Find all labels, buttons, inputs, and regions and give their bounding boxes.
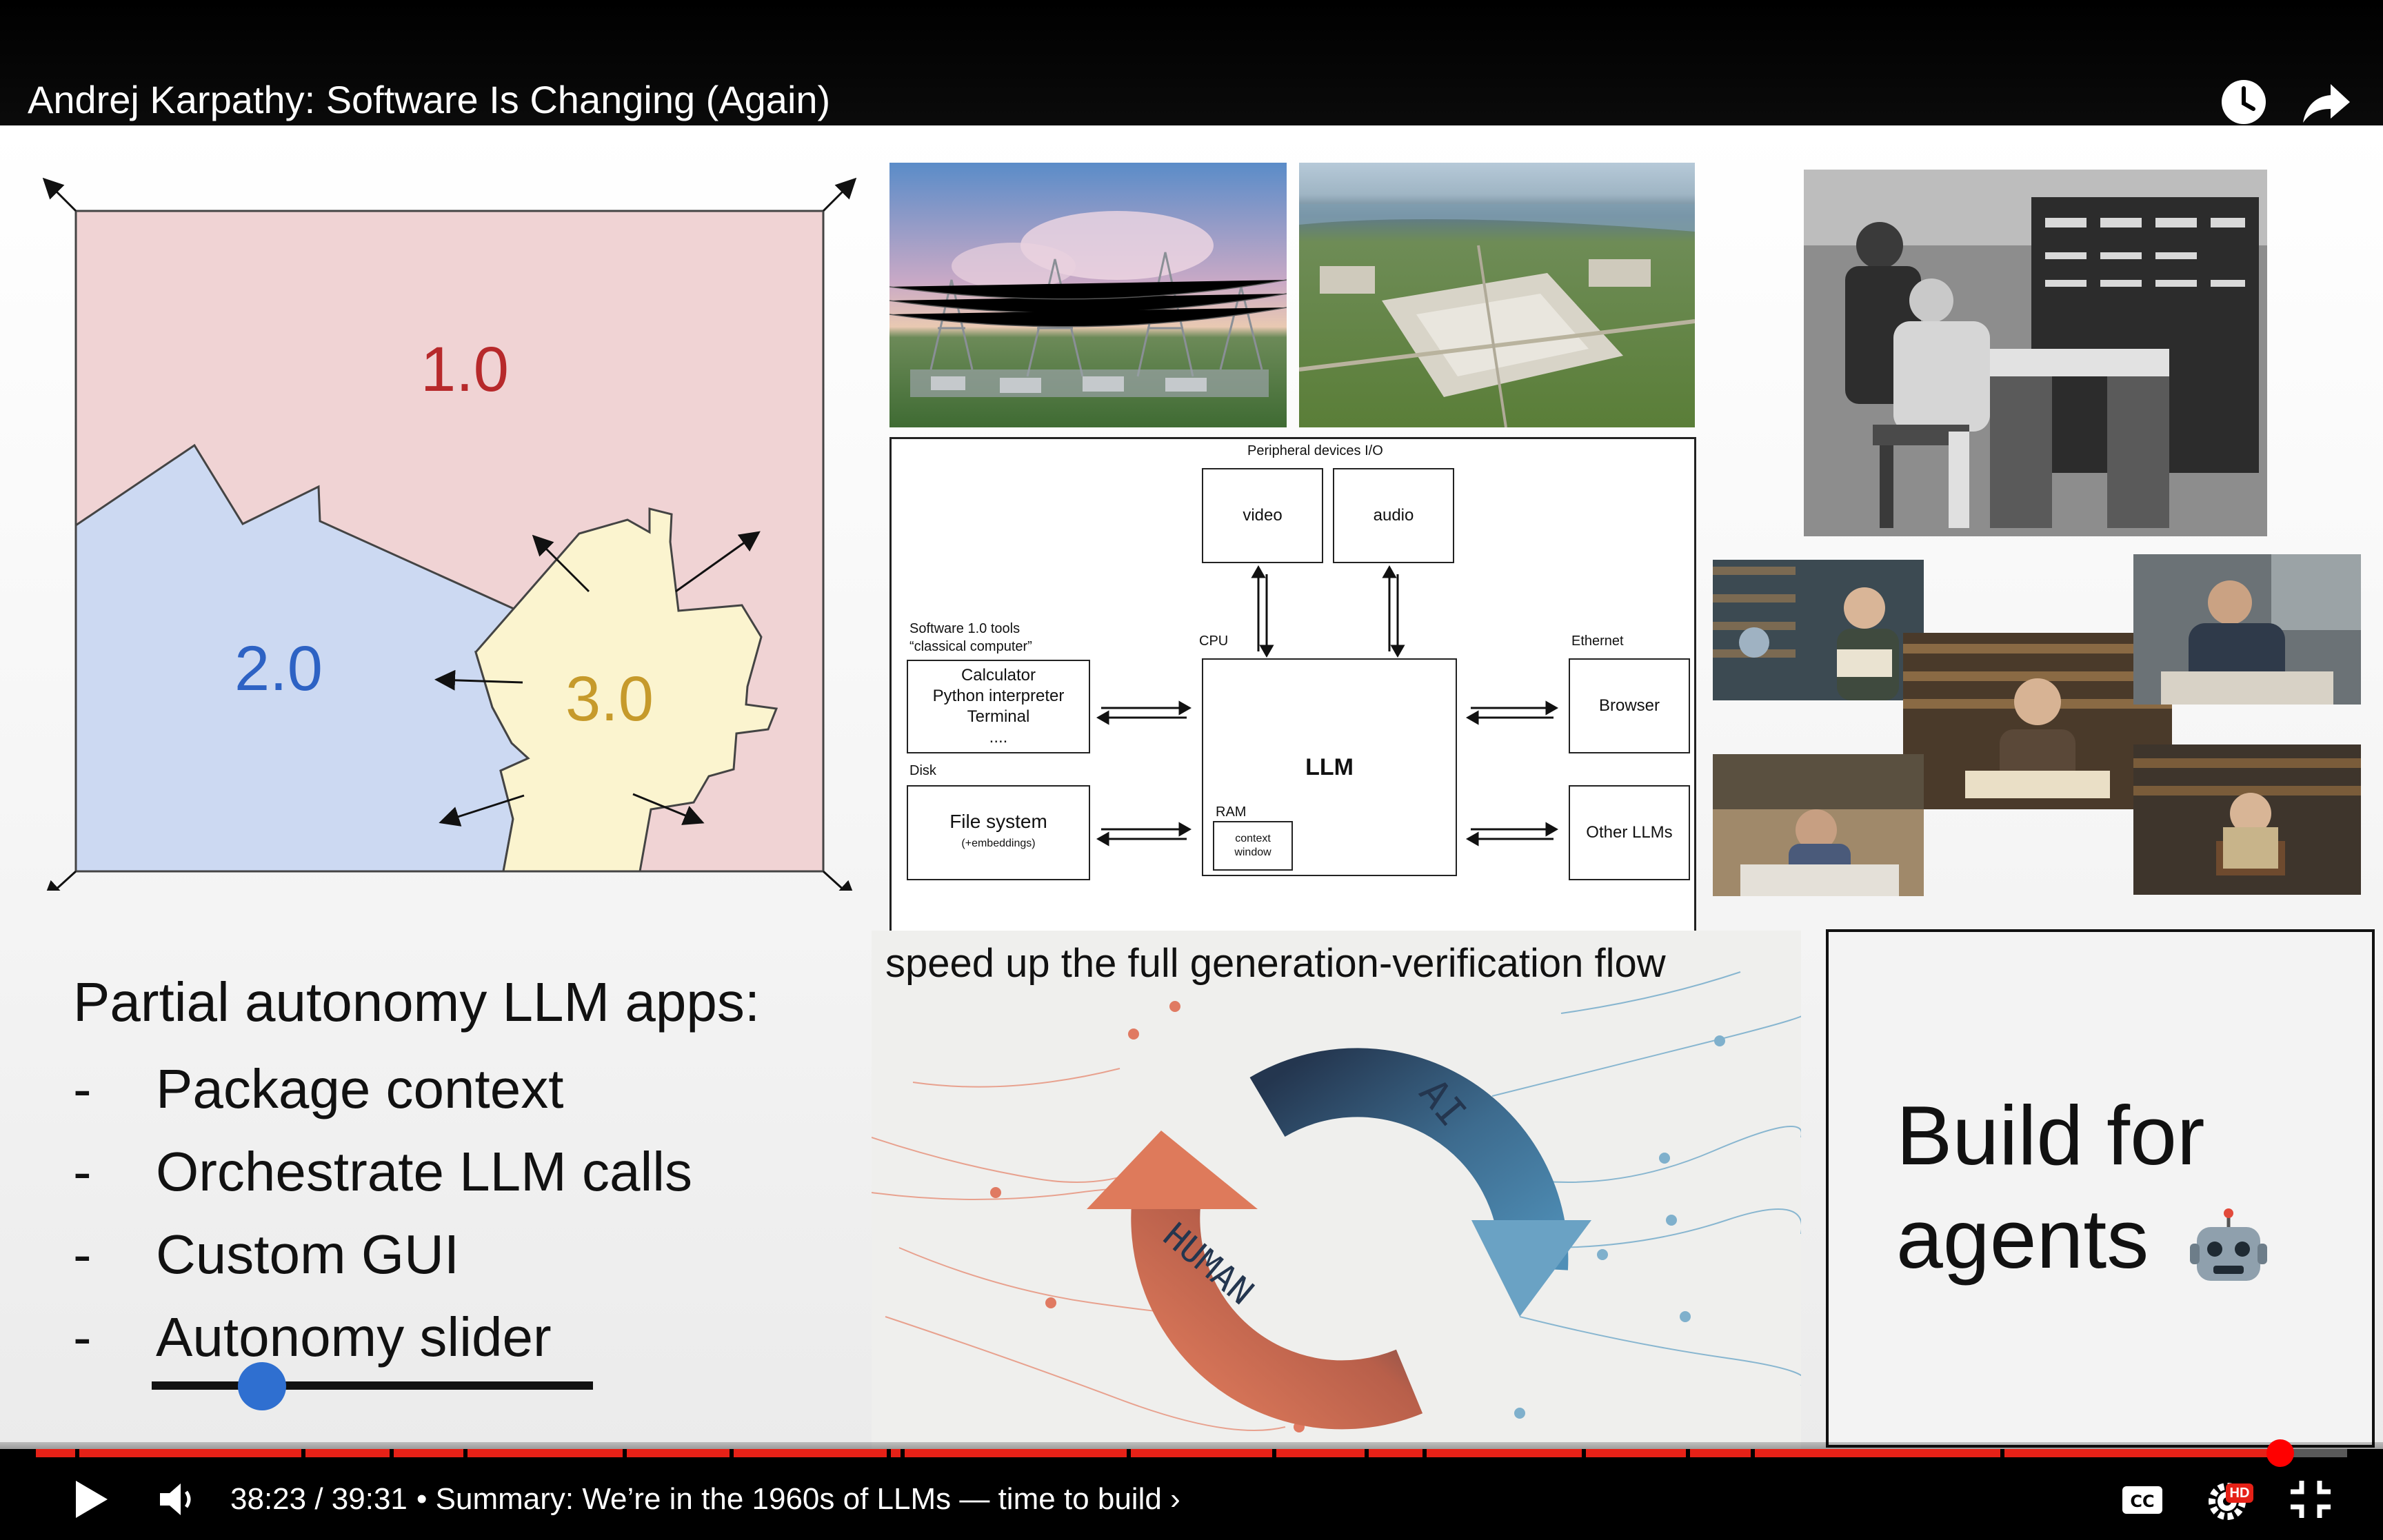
chapter-marker — [729, 1449, 734, 1457]
play-icon[interactable] — [66, 1475, 114, 1523]
mainframe-computer-photo — [1804, 170, 2267, 536]
partial-autonomy-heading: Partial autonomy LLM apps: — [73, 971, 761, 1033]
time-display: 38:23 / 39:31 — [230, 1482, 408, 1516]
list-item: - Autonomy slider — [73, 1306, 552, 1368]
context-window-line2: window — [1234, 847, 1271, 858]
chapter-marker — [389, 1449, 394, 1457]
video-player[interactable]: Andrej Karpathy: Software Is Changing (A… — [0, 0, 2383, 1540]
presentation-slide: 1.0 2.0 3.0 Peripheral devices I/O video… — [0, 125, 2383, 1449]
exit-fullscreen-icon[interactable] — [2286, 1475, 2335, 1523]
build-for-agents-box: Build for agents — [1826, 929, 2375, 1448]
audio-box: audio — [1333, 468, 1454, 563]
volume-icon[interactable] — [154, 1475, 203, 1523]
context-window-box: context window — [1213, 821, 1293, 871]
chapter-title[interactable]: • Summary: We’re in the 1960s of LLMs — … — [416, 1482, 1180, 1517]
progress-bar[interactable] — [36, 1449, 2347, 1457]
chapter-marker — [1686, 1449, 1691, 1457]
chevron-right-icon: › — [1170, 1482, 1180, 1516]
llm-os-diagram: Peripheral devices I/O video audio CPU L… — [889, 437, 1696, 1016]
chapter-marker — [623, 1449, 627, 1457]
progress-played — [36, 1449, 2280, 1457]
file-system-box: File system (+embeddings) — [907, 785, 1090, 880]
student-library-photo-3 — [2133, 554, 2361, 705]
svg-text:CC: CC — [2130, 1492, 2154, 1511]
chapter-marker — [886, 1449, 891, 1457]
chapter-marker — [1751, 1449, 1756, 1457]
build-for-agents-text: Build for agents — [1896, 1088, 2205, 1286]
software-1-tools-label: Software 1.0 tools “classical computer” — [909, 621, 1032, 654]
power-grid-photo — [889, 163, 1287, 427]
chapter-marker — [1127, 1449, 1132, 1457]
list-item: - Package context — [73, 1058, 564, 1119]
software-3-label: 3.0 — [565, 664, 654, 734]
software-2-label: 2.0 — [234, 634, 323, 704]
chapter-marker — [301, 1449, 306, 1457]
peripheral-devices-label: Peripheral devices I/O — [1247, 443, 1383, 458]
other-llms-box: Other LLMs — [1569, 785, 1690, 880]
data-center-aerial-photo — [1299, 163, 1695, 427]
browser-box: Browser — [1569, 658, 1690, 753]
autonomy-slider-knob — [238, 1362, 286, 1410]
chapter-marker — [463, 1449, 468, 1457]
chapter-marker — [1272, 1449, 1277, 1457]
chapter-marker — [1582, 1449, 1587, 1457]
video-box: video — [1202, 468, 1323, 563]
autonomy-slider-track — [152, 1381, 593, 1390]
student-library-photo-1 — [1713, 560, 1924, 700]
disk-label: Disk — [909, 763, 936, 778]
cc-icon[interactable]: CC — [2121, 1475, 2164, 1523]
robot-icon — [2190, 1208, 2267, 1281]
share-arrow-icon[interactable] — [2299, 74, 2354, 130]
chapter-marker — [1422, 1449, 1427, 1457]
student-library-photo-2 — [1903, 633, 2172, 809]
chapter-marker — [2000, 1449, 2005, 1457]
tools-box: Calculator Python interpreter Terminal .… — [907, 660, 1090, 753]
chapter-marker — [74, 1449, 79, 1457]
duration: 39:31 — [331, 1482, 408, 1516]
list-item: - Custom GUI — [73, 1224, 460, 1285]
progress-scrubber[interactable] — [2266, 1439, 2294, 1467]
cpu-label: CPU — [1199, 634, 1229, 649]
student-library-photo-4 — [1713, 754, 1924, 896]
software-versions-diagram: 1.0 2.0 3.0 — [10, 142, 862, 891]
clock-icon[interactable] — [2216, 74, 2271, 130]
software-1-label: 1.0 — [421, 334, 509, 405]
video-title[interactable]: Andrej Karpathy: Software Is Changing (A… — [28, 77, 830, 122]
chapter-marker — [900, 1449, 905, 1457]
ram-label: RAM — [1216, 804, 1247, 820]
ethernet-label: Ethernet — [1571, 634, 1624, 649]
chapter-marker — [1365, 1449, 1369, 1457]
flow-caption: speed up the full generation-verificatio… — [885, 941, 1666, 986]
current-time: 38:23 — [230, 1482, 307, 1516]
partial-autonomy-list: Partial autonomy LLM apps: - Package cont… — [73, 971, 760, 1379]
generation-verification-illustration: AI HUMAN speed up the full generation-ve… — [872, 931, 1801, 1449]
list-item: - Orchestrate LLM calls — [73, 1141, 693, 1202]
context-window-line1: context — [1235, 833, 1271, 844]
student-library-photo-5 — [2133, 744, 2361, 895]
hd-badge: HD — [2226, 1483, 2253, 1503]
llm-label: LLM — [1305, 753, 1354, 780]
